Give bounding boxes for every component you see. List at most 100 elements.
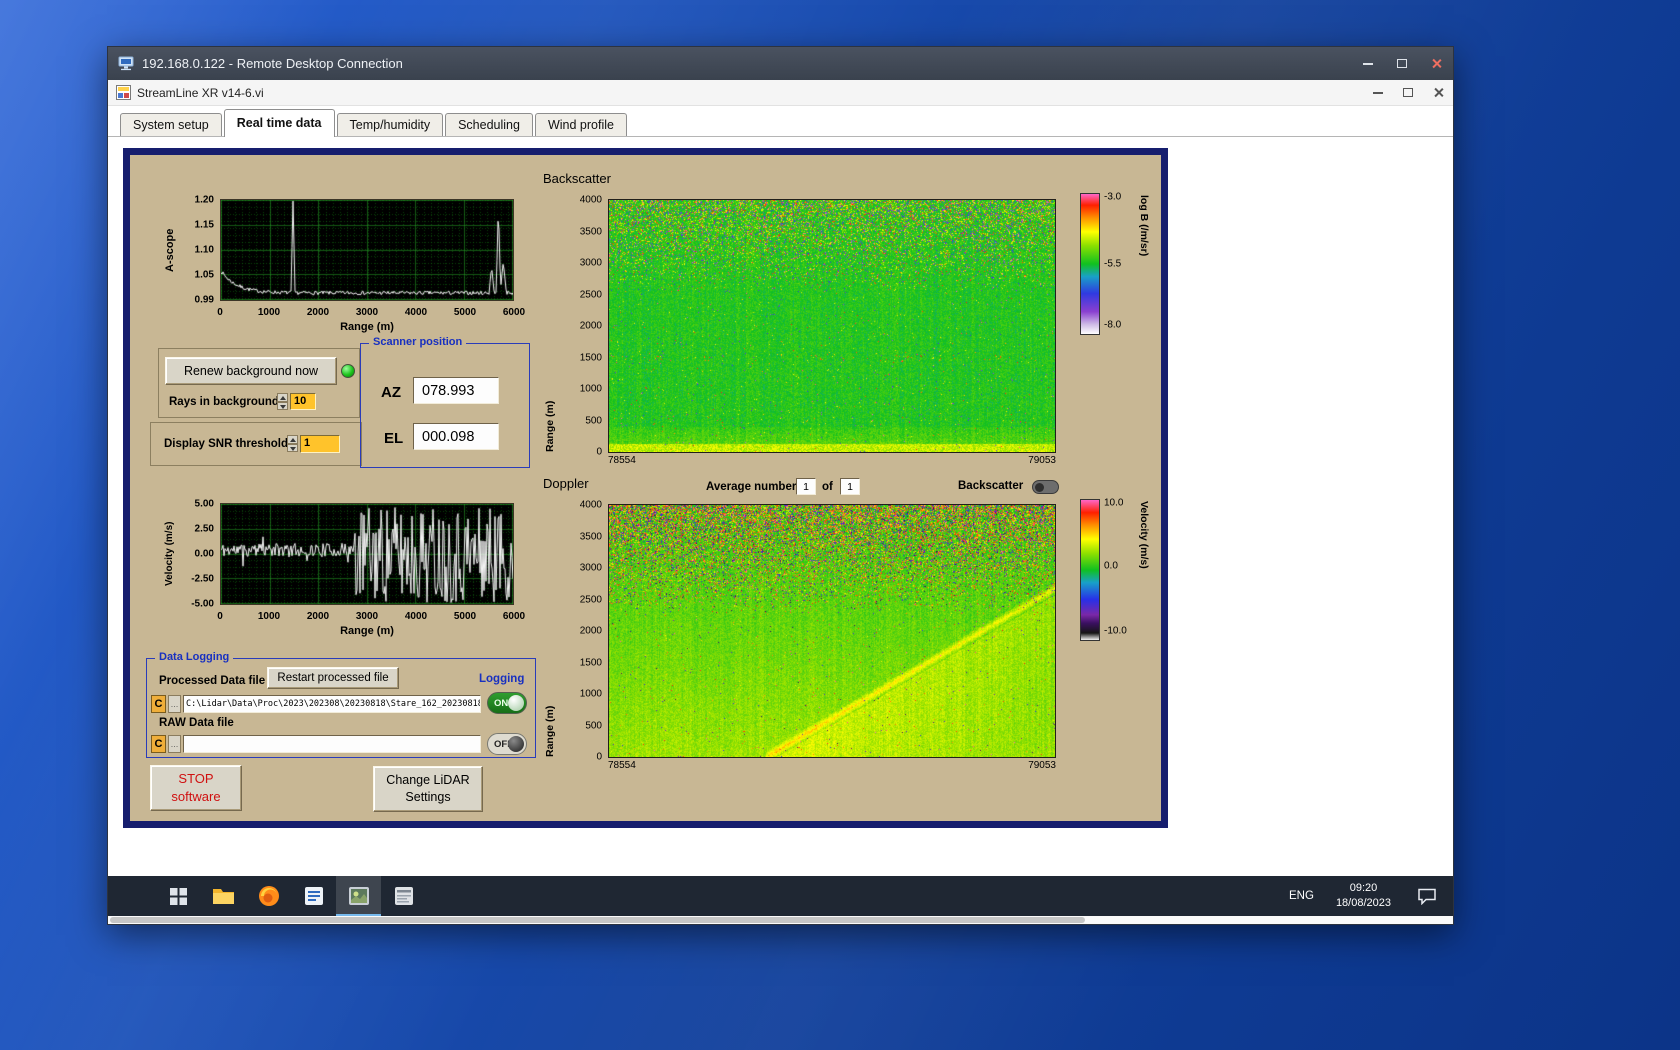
backscatter-title: Backscatter <box>543 171 611 186</box>
axis-tick: 3000 <box>579 562 602 574</box>
notes-app-icon <box>304 887 323 905</box>
maximize-icon <box>1397 59 1407 68</box>
scanner-position-title: Scanner position <box>369 336 467 348</box>
rays-value-field[interactable]: 10 <box>290 393 316 410</box>
processed-path-browse-button[interactable]: … <box>168 695 181 713</box>
ascope-plot <box>220 199 514 301</box>
colorbar-tick: -3.0 <box>1104 191 1122 203</box>
firefox-icon <box>258 886 279 906</box>
axis-tick: 4000 <box>404 611 428 622</box>
bs-y-ticks: 4000 3500 3000 2500 2000 1500 1000 500 0 <box>562 195 604 458</box>
doppler-title: Doppler <box>543 476 589 491</box>
app-window: StreamLine XR v14-6.vi System setup Real … <box>108 80 1453 876</box>
renew-background-button[interactable]: Renew background now <box>165 357 337 385</box>
taskbar-streamline-app[interactable] <box>336 876 381 916</box>
taskbar-clock[interactable]: 09:20 18/08/2023 <box>1326 881 1401 911</box>
colorbar-tick: 0.0 <box>1104 560 1118 572</box>
backscatter-toggle[interactable] <box>1032 480 1059 494</box>
close-icon <box>1431 58 1442 69</box>
notification-button[interactable] <box>1401 876 1453 916</box>
processed-path-drive-button[interactable]: C <box>151 695 166 713</box>
rdp-horizontal-scrollbar <box>108 916 1453 924</box>
rdp-close-button[interactable] <box>1419 47 1453 80</box>
taskbar-tray: ENG 09:20 18/08/2023 <box>1277 876 1453 916</box>
backscatter-x-start: 78554 <box>608 455 636 466</box>
taskbar-start-button[interactable] <box>156 876 201 916</box>
ascope-x-axis-label: Range (m) <box>340 321 394 333</box>
settings-button-line2: Settings <box>405 790 451 804</box>
taskbar-firefox[interactable] <box>246 876 291 916</box>
axis-tick: 6000 <box>502 307 526 318</box>
scrollbar-thumb[interactable] <box>110 917 1086 923</box>
taskbar-notes-app[interactable] <box>291 876 336 916</box>
axis-tick: 1000 <box>579 688 602 700</box>
bs-cb-ticks: -3.0 -5.5 -8.0 <box>1102 191 1136 335</box>
processed-logging-toggle[interactable]: ON <box>487 692 527 714</box>
tab-temp-humidity[interactable]: Temp/humidity <box>336 113 444 136</box>
axis-tick: 3000 <box>579 257 602 269</box>
streamline-app-icon <box>348 887 369 905</box>
spinner-down-icon[interactable] <box>287 443 298 452</box>
of-label: of <box>822 481 833 493</box>
app-restore-button[interactable] <box>1393 80 1423 105</box>
rdp-window-controls <box>1351 47 1453 80</box>
raw-path-field[interactable] <box>183 735 481 753</box>
taskbar-scan-scheduler[interactable] <box>381 876 426 916</box>
doppler-heatmap <box>608 504 1056 758</box>
spinner-down-icon[interactable] <box>277 401 288 410</box>
axis-tick: 500 <box>585 415 602 426</box>
clock-date: 18/08/2023 <box>1335 897 1391 909</box>
raw-path-drive-button[interactable]: C <box>151 735 166 753</box>
ascope-y-axis-label: A-scope <box>164 228 176 272</box>
average-number-label: Average number <box>706 481 797 493</box>
dp-y-ticks: 4000 3500 3000 2500 2000 1500 1000 500 0 <box>562 500 604 763</box>
raw-data-file-label: RAW Data file <box>159 717 234 729</box>
rdp-minimize-button[interactable] <box>1351 47 1385 80</box>
tab-system-setup[interactable]: System setup <box>120 113 222 136</box>
rays-in-background-label: Rays in background <box>169 396 279 408</box>
background-group: Renew background now Rays in background … <box>158 348 360 418</box>
rdp-window: 192.168.0.122 - Remote Desktop Connectio… <box>107 46 1454 925</box>
language-indicator[interactable]: ENG <box>1277 876 1326 916</box>
restart-processed-file-button[interactable]: Restart processed file <box>267 667 399 689</box>
velocity-graph: Velocity (m/s) 5.00 2.50 0.00 -2.50 -5.00 0 1… <box>148 493 530 647</box>
snr-value-field[interactable]: 1 <box>300 435 340 453</box>
axis-tick: 1.10 <box>194 244 214 256</box>
tab-scheduling[interactable]: Scheduling <box>445 113 533 136</box>
clock-time: 09:20 <box>1349 882 1378 895</box>
axis-tick: 1000 <box>257 307 281 318</box>
rdp-maximize-button[interactable] <box>1385 47 1419 80</box>
spinner-up-icon[interactable] <box>287 435 298 444</box>
taskbar-file-explorer[interactable] <box>201 876 246 916</box>
app-body: A-scope 1.20 1.15 1.10 1.05 0.99 0 1000 2000 30… <box>108 138 1453 876</box>
backscatter-colorbar-label: log B (/m/sr) <box>1138 195 1150 257</box>
raw-path-browse-button[interactable]: … <box>168 735 181 753</box>
app-close-button[interactable] <box>1423 80 1453 105</box>
of-value-field: 1 <box>840 478 860 495</box>
axis-tick: 0 <box>217 611 223 622</box>
minimize-icon <box>1373 91 1383 94</box>
axis-tick: 3500 <box>579 226 602 237</box>
backscatter-section: Backscatter Range (m) 4000 3500 3000 2500 20… <box>534 169 1174 471</box>
average-number-field[interactable]: 1 <box>796 478 816 495</box>
stop-software-button[interactable]: STOP software <box>150 765 242 811</box>
backscatter-x-end: 79053 <box>1028 455 1056 466</box>
processed-data-file-label: Processed Data file <box>159 675 266 687</box>
snr-group: Display SNR threshold 1 <box>150 422 362 466</box>
tab-real-time-data[interactable]: Real time data <box>223 109 335 137</box>
axis-tick: 500 <box>585 720 602 731</box>
axis-tick: 5.00 <box>194 498 214 510</box>
tab-bar: System setup Real time data Temp/humidity S… <box>108 106 1453 137</box>
change-lidar-settings-button[interactable]: Change LiDAR Settings <box>373 766 483 812</box>
rays-spinner[interactable] <box>277 393 288 410</box>
file-explorer-icon <box>213 889 234 904</box>
spinner-up-icon[interactable] <box>277 393 288 402</box>
tab-wind-profile[interactable]: Wind profile <box>534 113 627 136</box>
processed-path-field[interactable]: C:\Lidar\Data\Proc\2023\202308\20230818\… <box>183 695 481 713</box>
raw-logging-toggle[interactable]: OFF <box>487 733 527 755</box>
axis-tick: 2.50 <box>194 523 214 535</box>
doppler-y-axis-label: Range (m) <box>544 705 556 757</box>
snr-spinner[interactable] <box>287 435 298 452</box>
axis-tick: 1.15 <box>194 219 214 231</box>
app-minimize-button[interactable] <box>1363 80 1393 105</box>
